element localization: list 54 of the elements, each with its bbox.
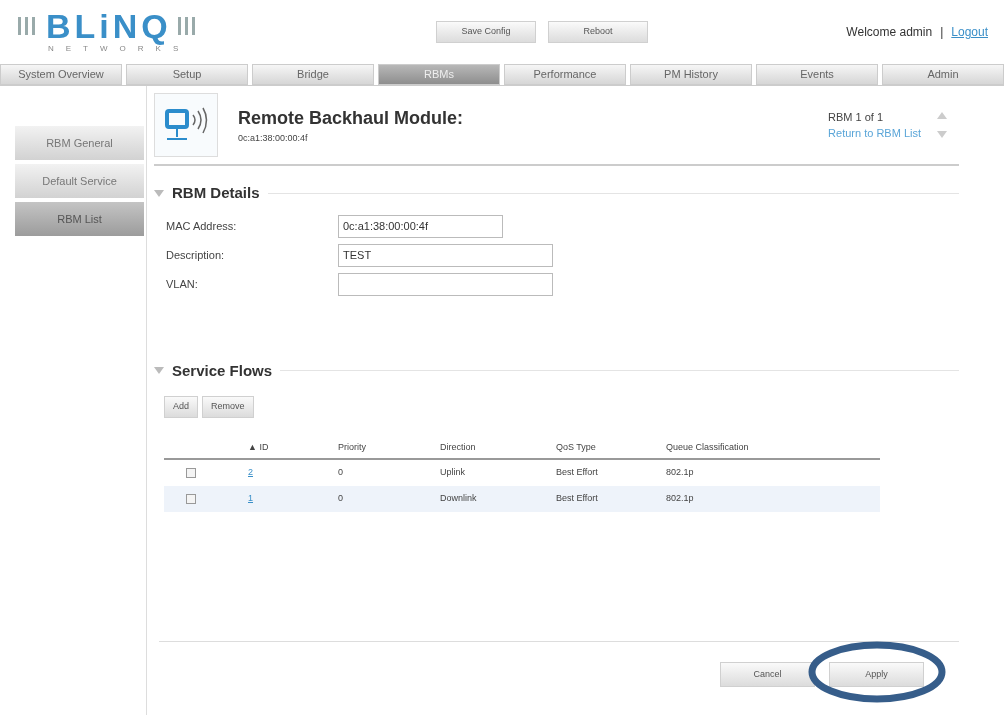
id-link[interactable]: 1 — [248, 493, 253, 504]
table-cell-text: 802.1p — [666, 466, 695, 480]
field-label: MAC Address: — [166, 218, 238, 234]
module-counter: RBM 1 of 1 — [828, 109, 885, 125]
column-header[interactable]: Priority — [338, 441, 440, 455]
module-mac: 0c:a1:38:00:00:4f — [238, 131, 309, 145]
table-cell-text: Uplink — [440, 466, 466, 480]
table-cell-text: 0 — [338, 466, 344, 480]
collapse-arrow-icon[interactable] — [154, 367, 164, 375]
column-header[interactable]: Direction — [440, 441, 556, 455]
table-button[interactable]: Add — [164, 396, 198, 418]
text-field[interactable]: TEST — [338, 243, 553, 267]
sidebar-item[interactable]: Default Service — [15, 164, 144, 198]
nav-tab[interactable]: Performance — [504, 64, 626, 85]
nav-tab[interactable]: System Overview — [0, 64, 122, 85]
nav-tab[interactable]: Setup — [126, 64, 248, 85]
table-button[interactable]: Remove — [202, 396, 254, 418]
logo-text: BLiNQ — [46, 9, 172, 43]
nav-tab[interactable]: PM History — [630, 64, 752, 85]
table-cell-text: 0 — [338, 492, 344, 506]
sidebar-item[interactable]: RBM General — [15, 126, 144, 160]
nav-tab[interactable]: Admin — [882, 64, 1004, 85]
up-arrow-icon[interactable] — [937, 112, 947, 119]
module-title: Remote Backhaul Module: — [238, 106, 464, 130]
row-checkbox[interactable] — [186, 468, 196, 478]
field-label: VLAN: — [166, 276, 199, 292]
footer-button[interactable]: Cancel — [720, 662, 815, 687]
welcome-text: Welcome admin — [846, 24, 933, 41]
text-field[interactable] — [338, 272, 553, 296]
section-title: RBM Details — [172, 183, 260, 203]
logo-tagline: NETWORKS — [47, 44, 192, 55]
logout-link[interactable]: Logout — [951, 23, 988, 41]
collapse-arrow-icon[interactable] — [154, 189, 164, 197]
down-arrow-icon[interactable] — [937, 131, 947, 138]
sidebar-item[interactable]: RBM List — [15, 202, 144, 236]
id-link[interactable]: 2 — [248, 467, 253, 478]
column-header[interactable]: QoS Type — [556, 441, 666, 455]
table-cell-text: Best Effort — [556, 492, 599, 506]
table-cell-text: Best Effort — [556, 466, 599, 480]
row-checkbox[interactable] — [186, 494, 196, 504]
separator: | — [940, 24, 944, 41]
table-cell-text: Downlink — [440, 492, 478, 506]
text-field[interactable]: 0c:a1:38:00:00:4f — [338, 214, 503, 238]
return-link[interactable]: Return to RBM List — [828, 125, 921, 142]
nav-tab[interactable]: Events — [756, 64, 878, 85]
table-cell-text: 802.1p — [666, 492, 695, 506]
field-label: Description: — [166, 247, 226, 263]
nav-tab[interactable]: Bridge — [252, 64, 374, 85]
column-header[interactable]: Queue Classification — [666, 441, 846, 455]
header-button[interactable]: Save Config — [436, 21, 536, 43]
section-title: Service Flows — [172, 360, 273, 381]
footer-button[interactable]: Apply — [829, 662, 924, 687]
column-header[interactable]: ▲ ID — [248, 441, 338, 455]
header-button[interactable]: Reboot — [548, 21, 648, 43]
